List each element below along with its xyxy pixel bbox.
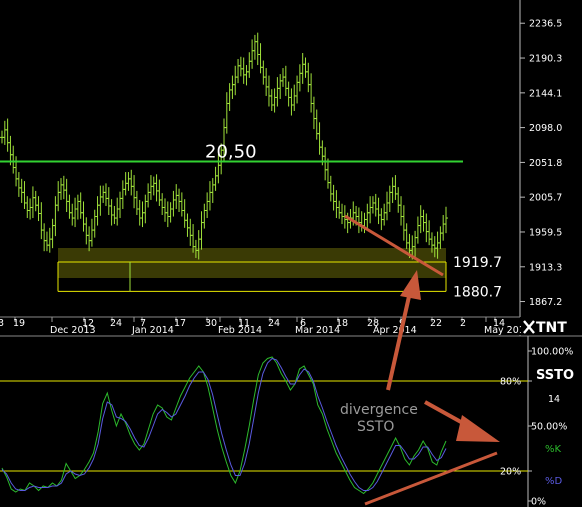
price-tick-label: 2190.3	[529, 54, 562, 65]
ssto-title: SSTO	[536, 368, 574, 383]
price-tick-label: 2236.5	[529, 19, 562, 30]
x-tick-label: 17	[174, 318, 186, 329]
x-tick-label: Mar 2014	[295, 325, 340, 336]
tnt-watermark: TNT	[536, 320, 567, 336]
stochastic-panel: 100.00% 80% 50.00% 20% 0% SSTO 14 %K %D	[0, 335, 582, 507]
support-level-label: 1880.7	[453, 284, 502, 300]
support-zone	[58, 248, 446, 278]
price-tick-label: 1959.5	[529, 227, 562, 238]
x-tick-label: Jan 2014	[131, 325, 174, 336]
x-tick-label: 11	[238, 318, 250, 329]
x-tick-label: 2	[460, 318, 466, 329]
price-tick-label: 1867.2	[529, 297, 562, 308]
x-tick-label: 18	[336, 318, 348, 329]
x-tick-label: Apr 2014	[373, 325, 417, 336]
x-tick-label: 24	[110, 318, 122, 329]
price-y-ticks: 2236.5 2190.3 2144.1 2098.0 2051.8 2005.7 1959…	[520, 19, 562, 308]
stoch-tick-label: 100.00%	[531, 347, 573, 358]
price-tick-label: 2005.7	[529, 193, 562, 204]
price-panel: 20,50 1919.7 1880.7 2236.5 2190.3 2144.1 2098…	[0, 0, 562, 336]
price-tick-label: 2098.0	[529, 123, 562, 134]
ssto-period: 14	[548, 394, 560, 405]
support-level-label: 1919.7	[453, 255, 502, 271]
stoch-tick-label: 80%	[500, 377, 521, 388]
legend-d: %D	[545, 476, 563, 487]
x-tick-label: 24	[268, 318, 280, 329]
stoch-tick-label: 0%	[531, 497, 546, 507]
x-tick-label: 12	[82, 318, 94, 329]
tnt-logo: TNT	[521, 318, 582, 336]
x-tick-label: 30	[205, 318, 217, 329]
x-tick-label: 22	[430, 318, 442, 329]
time-axis: 1319Dec 201312247Jan 20141730Feb 2014112…	[0, 316, 582, 336]
ssto-divergence-label: SSTO	[357, 419, 394, 435]
x-tick-label: 19	[13, 318, 25, 329]
stock-chart: 20,50 1919.7 1880.7 2236.5 2190.3 2144.1 2098…	[0, 0, 582, 507]
price-tick-label: 2144.1	[529, 88, 562, 99]
stoch-tick-label: 20%	[500, 467, 521, 478]
resistance-level-label: 20,50	[205, 142, 257, 163]
price-tick-label: 2051.8	[529, 158, 562, 169]
divergence-label: divergence	[340, 402, 418, 418]
x-tick-label: 13	[0, 318, 4, 329]
price-tick-label: 1913.3	[529, 262, 562, 273]
legend-k: %K	[545, 444, 562, 455]
stoch-tick-label: 50.00%	[531, 422, 567, 433]
